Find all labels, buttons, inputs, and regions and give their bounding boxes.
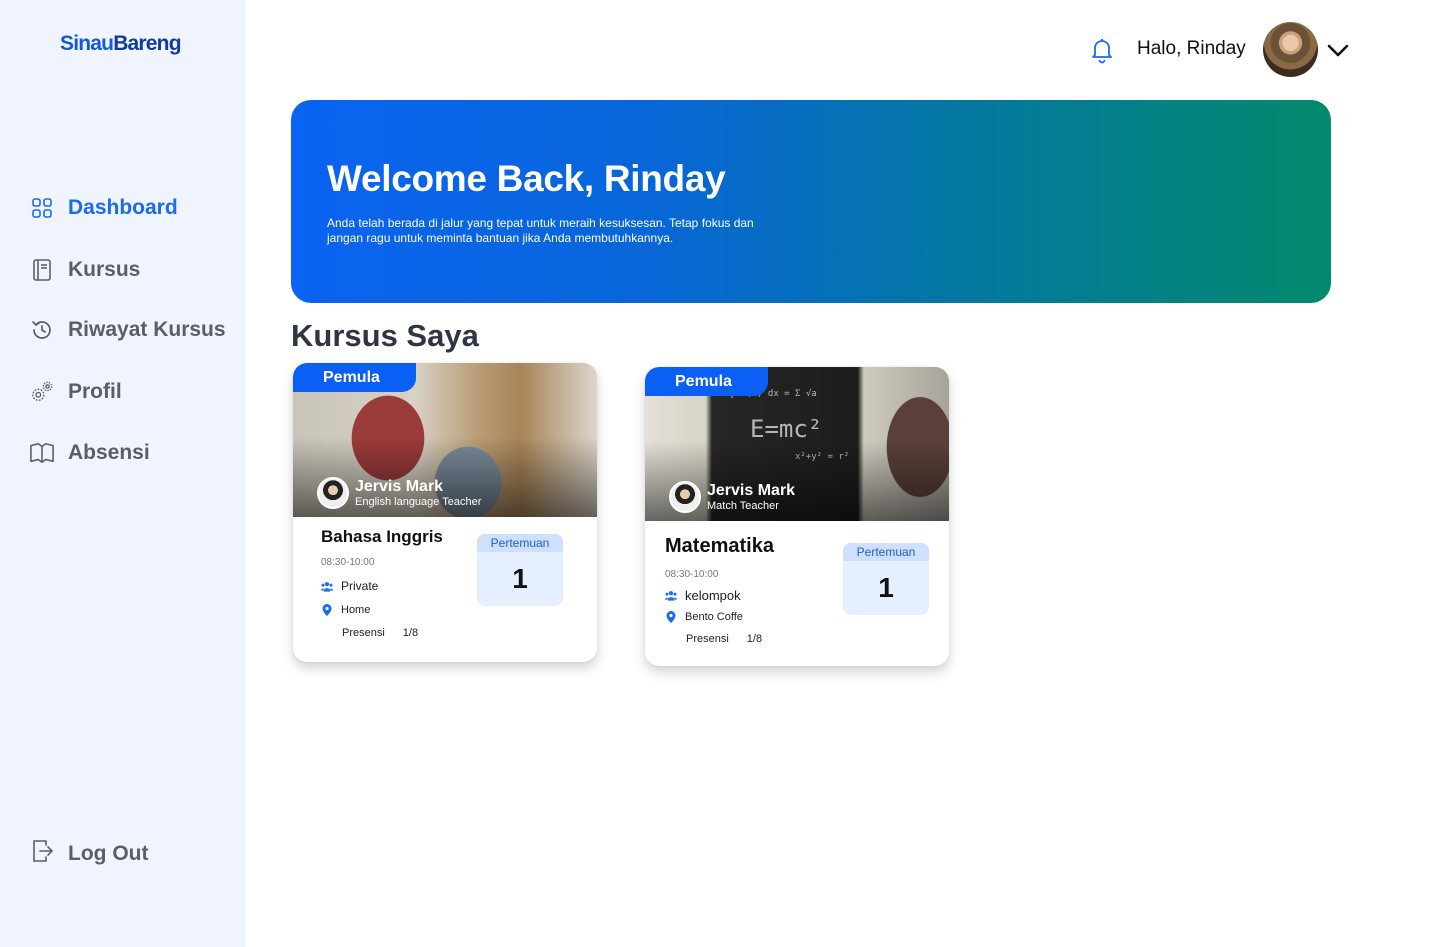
open-book-icon — [30, 441, 54, 465]
teacher-info: Jervis Mark Match Teacher — [669, 481, 795, 513]
gears-icon — [30, 380, 54, 404]
course-type: kelompok — [665, 588, 741, 603]
course-location: Home — [321, 604, 370, 616]
logout-label: Log Out — [68, 842, 149, 865]
course-location: Bento Coffe — [665, 611, 743, 623]
course-time: 08:30-10:00 — [321, 557, 375, 568]
location-pin-icon — [665, 611, 677, 623]
course-type: Private — [321, 579, 378, 593]
book-icon — [30, 258, 54, 282]
sidebar-item-label: Absensi — [68, 441, 150, 464]
meeting-value: 1 — [512, 563, 528, 594]
group-icon — [321, 580, 333, 592]
grid-icon — [30, 196, 54, 220]
attendance-info: Presensi 1/8 — [342, 627, 418, 639]
brand-logo[interactable]: SinauBareng — [60, 32, 182, 56]
group-icon — [665, 590, 677, 602]
sidebar-item-profil[interactable]: Profil — [30, 380, 122, 404]
sidebar-item-riwayat-kursus[interactable]: Riwayat Kursus — [30, 318, 226, 342]
teacher-name: Jervis Mark — [707, 481, 796, 499]
sidebar-item-label: Profil — [68, 380, 122, 403]
meeting-counter: Pertemuan 1 — [843, 543, 929, 615]
level-badge: Pemula — [645, 367, 768, 396]
chevron-down-icon[interactable] — [1326, 38, 1350, 62]
course-title: Matematika — [665, 535, 774, 557]
user-avatar[interactable] — [1263, 22, 1318, 77]
meeting-label: Pertemuan — [477, 534, 563, 552]
welcome-subtitle: Anda telah berada di jalur yang tepat un… — [327, 216, 754, 245]
course-card[interactable]: E=mc² ∫ f(x) dx = Σ √a x²+y² = r² Pemula… — [645, 367, 949, 666]
history-icon — [30, 318, 54, 342]
notification-bell-icon[interactable] — [1088, 36, 1116, 64]
logout-button[interactable]: Log Out — [30, 838, 148, 870]
course-photo: E=mc² ∫ f(x) dx = Σ √a x²+y² = r² Pemula… — [645, 367, 949, 521]
course-title: Bahasa Inggris — [321, 527, 443, 546]
sidebar-item-label: Dashboard — [68, 196, 178, 219]
teacher-avatar — [317, 477, 349, 509]
location-pin-icon — [321, 604, 333, 616]
sidebar-item-label: Riwayat Kursus — [68, 318, 226, 341]
attendance-value: 1/8 — [746, 633, 763, 645]
teacher-role: Match Teacher — [707, 499, 779, 512]
course-photo: Pemula Jervis Mark English language Teac… — [293, 363, 597, 517]
brand-part1: Sinau — [60, 32, 114, 55]
teacher-avatar — [669, 481, 701, 513]
user-greeting: Halo, Rinday — [1137, 38, 1246, 59]
logout-icon — [30, 838, 54, 870]
level-badge: Pemula — [293, 363, 416, 392]
course-type-label: Private — [341, 579, 379, 593]
teacher-info: Jervis Mark English language Teacher — [317, 477, 481, 509]
meeting-counter: Pertemuan 1 — [477, 534, 563, 606]
course-time: 08:30-10:00 — [665, 569, 719, 580]
brand-part2: Bareng — [113, 32, 181, 55]
sidebar-item-kursus[interactable]: Kursus — [30, 258, 140, 282]
attendance-label: Presensi — [686, 633, 729, 645]
attendance-label: Presensi — [342, 627, 385, 639]
course-location-label: Home — [341, 604, 371, 616]
attendance-info: Presensi 1/8 — [686, 633, 762, 645]
teacher-name: Jervis Mark — [355, 477, 444, 495]
course-card[interactable]: Pemula Jervis Mark English language Teac… — [293, 363, 597, 662]
section-title: Kursus Saya — [291, 318, 479, 353]
welcome-title: Welcome Back, Rinday — [327, 158, 726, 199]
teacher-role: English language Teacher — [355, 495, 482, 508]
course-location-label: Bento Coffe — [685, 611, 743, 623]
sidebar-item-dashboard[interactable]: Dashboard — [30, 196, 178, 220]
meeting-label: Pertemuan — [843, 543, 929, 561]
app: SinauBareng Dashboard Kursus Riwayat Kur… — [0, 0, 1440, 947]
course-type-label: kelompok — [685, 588, 741, 603]
sidebar: SinauBareng Dashboard Kursus Riwayat Kur… — [0, 0, 245, 947]
meeting-value: 1 — [878, 572, 894, 603]
sidebar-item-label: Kursus — [68, 258, 141, 281]
sidebar-item-absensi[interactable]: Absensi — [30, 441, 150, 465]
attendance-value: 1/8 — [402, 627, 419, 639]
welcome-banner: Welcome Back, Rinday Anda telah berada d… — [291, 100, 1331, 303]
